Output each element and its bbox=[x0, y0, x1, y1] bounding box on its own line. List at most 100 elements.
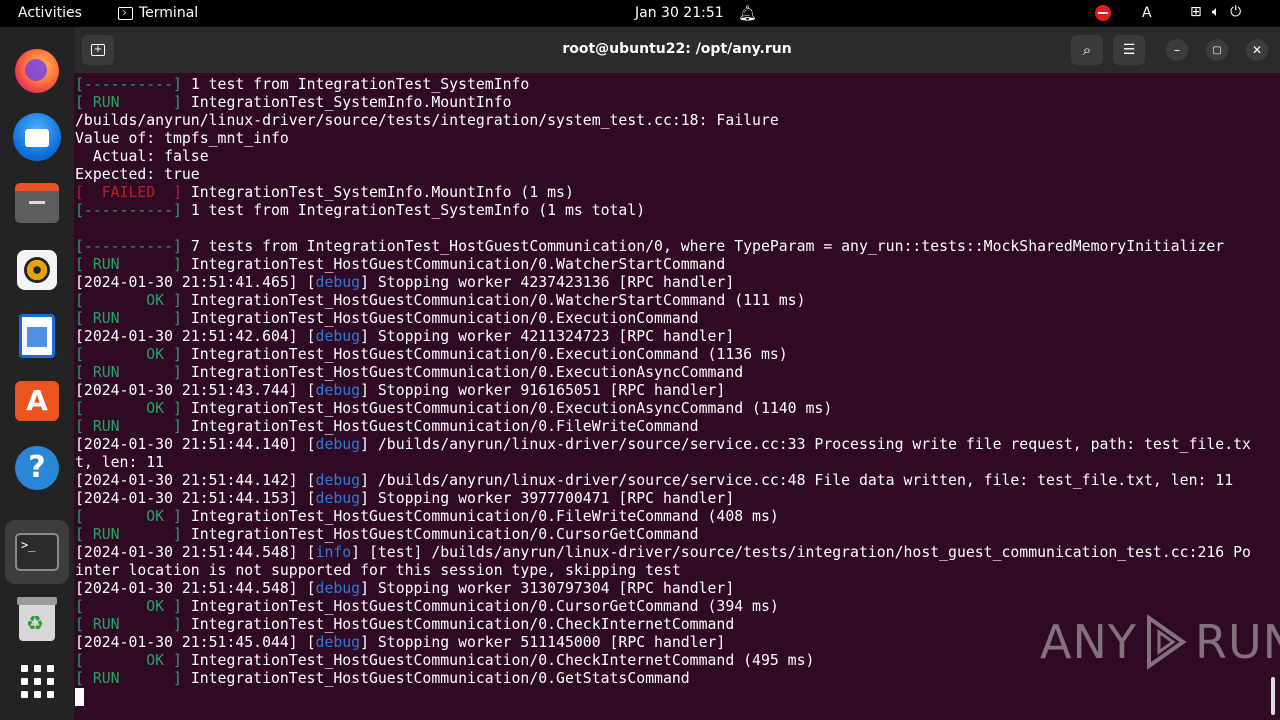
input-language-indicator[interactable]: A bbox=[1142, 5, 1152, 21]
files-icon bbox=[15, 183, 59, 223]
terminal-line: [2024-01-30 21:51:44.548] [info] [test] … bbox=[75, 544, 1267, 562]
dock-trash[interactable] bbox=[13, 595, 61, 643]
terminal-line: [ OK ] IntegrationTest_HostGuestCommunic… bbox=[75, 292, 1267, 310]
terminal-text: [----------] bbox=[75, 238, 191, 255]
terminal-text: 1 test from IntegrationTest_SystemInfo bbox=[190, 76, 530, 93]
terminal-text: IntegrationTest_HostGuestCommunication/0… bbox=[190, 256, 726, 273]
app-menu[interactable]: Terminal bbox=[118, 5, 198, 21]
terminal-text: inter location is not supported for this… bbox=[75, 562, 681, 579]
terminal-text: 7 tests from IntegrationTest_HostGuestCo… bbox=[190, 238, 1225, 255]
terminal-line: [ FAILED ] IntegrationTest_SystemInfo.Mo… bbox=[75, 184, 1267, 202]
terminal-text: ] /builds/anyrun/linux-driver/source/ser… bbox=[360, 436, 1251, 453]
terminal-text: ] Stopping worker 3977700471 [RPC handle… bbox=[360, 490, 735, 507]
terminal-app-icon: >_ bbox=[15, 533, 59, 571]
terminal-text: debug bbox=[315, 328, 361, 345]
clock[interactable]: Jan 30 21:51 bbox=[635, 5, 724, 21]
maximize-button[interactable]: ▢ bbox=[1206, 39, 1228, 61]
dock-terminal[interactable]: >_ bbox=[5, 520, 69, 584]
firefox-icon bbox=[15, 49, 59, 93]
minimize-icon: – bbox=[1174, 43, 1180, 57]
terminal-line: [ RUN ] IntegrationTest_HostGuestCommuni… bbox=[75, 364, 1267, 382]
terminal-text: [ RUN ] bbox=[75, 94, 191, 111]
header-bar: + root@ubuntu22: /opt/any.run ⌕ ☰ – ▢ ✕ bbox=[74, 27, 1280, 73]
terminal-line: [2024-01-30 21:51:44.153] [debug] Stoppi… bbox=[75, 490, 1267, 508]
dock-help[interactable]: ? bbox=[13, 444, 61, 492]
terminal-text: IntegrationTest_HostGuestCommunication/0… bbox=[190, 310, 699, 327]
minimize-button[interactable]: – bbox=[1166, 39, 1188, 61]
terminal-line: [2024-01-30 21:51:44.142] [debug] /build… bbox=[75, 472, 1267, 490]
close-button[interactable]: ✕ bbox=[1246, 39, 1268, 61]
terminal-text: IntegrationTest_HostGuestCommunication/0… bbox=[190, 526, 699, 543]
terminal-text: debug bbox=[315, 490, 361, 507]
terminal-text: ] Stopping worker 4237423136 [RPC handle… bbox=[360, 274, 735, 291]
search-icon: ⌕ bbox=[1082, 41, 1092, 59]
show-apps-button[interactable] bbox=[13, 657, 61, 705]
terminal-text: IntegrationTest_HostGuestCommunication/0… bbox=[190, 346, 788, 363]
text-cursor bbox=[75, 688, 84, 706]
dock-app-center[interactable]: A bbox=[13, 377, 61, 425]
activities-button[interactable]: Activities bbox=[18, 5, 82, 21]
terminal-text: IntegrationTest_HostGuestCommunication/0… bbox=[190, 364, 744, 381]
terminal-line: [ OK ] IntegrationTest_HostGuestCommunic… bbox=[75, 400, 1267, 418]
terminal-line: [2024-01-30 21:51:41.465] [debug] Stoppi… bbox=[75, 274, 1267, 292]
terminal-text: [ OK ] bbox=[75, 508, 191, 525]
terminal-icon bbox=[118, 6, 133, 20]
scrollbar[interactable] bbox=[1271, 677, 1275, 715]
terminal-text: [2024-01-30 21:51:45.044] [ bbox=[75, 634, 316, 651]
terminal-text: info bbox=[315, 544, 352, 561]
terminal-text: 1 test from IntegrationTest_SystemInfo (… bbox=[190, 202, 646, 219]
terminal-text: Actual: false bbox=[75, 148, 209, 165]
do-not-disturb-icon[interactable] bbox=[1095, 5, 1111, 21]
terminal-text: [2024-01-30 21:51:41.465] [ bbox=[75, 274, 316, 291]
terminal-text: IntegrationTest_HostGuestCommunication/0… bbox=[190, 670, 690, 687]
terminal-text: [----------] bbox=[75, 202, 191, 219]
dock-files[interactable] bbox=[13, 179, 61, 227]
terminal-line: [ RUN ] IntegrationTest_HostGuestCommuni… bbox=[75, 526, 1267, 544]
bell-icon: 🔔︎ bbox=[738, 4, 758, 22]
search-button[interactable]: ⌕ bbox=[1071, 35, 1103, 65]
terminal-text: [ RUN ] bbox=[75, 418, 191, 435]
terminal-line: [ RUN ] IntegrationTest_HostGuestCommuni… bbox=[75, 256, 1267, 274]
app-menu-label: Terminal bbox=[139, 5, 199, 21]
terminal-text: [2024-01-30 21:51:44.548] [ bbox=[75, 544, 316, 561]
terminal-text: [2024-01-30 21:51:44.548] [ bbox=[75, 580, 316, 597]
watermark: ANY RUN bbox=[1040, 612, 1280, 672]
terminal-text: [ RUN ] bbox=[75, 364, 191, 381]
dock-rhythmbox[interactable] bbox=[13, 246, 61, 294]
terminal-text: [ RUN ] bbox=[75, 310, 191, 327]
terminal-line: [ OK ] IntegrationTest_HostGuestCommunic… bbox=[75, 346, 1267, 364]
thunderbird-icon bbox=[13, 113, 61, 161]
terminal-text: [2024-01-30 21:51:44.142] [ bbox=[75, 472, 316, 489]
terminal-line: [2024-01-30 21:51:44.140] [debug] /build… bbox=[75, 436, 1267, 454]
terminal-text: IntegrationTest_HostGuestCommunication/0… bbox=[190, 616, 735, 633]
terminal-text: debug bbox=[315, 436, 361, 453]
terminal-line: [ RUN ] IntegrationTest_HostGuestCommuni… bbox=[75, 418, 1267, 436]
terminal-text: [----------] bbox=[75, 76, 191, 93]
terminal-line: [ RUN ] IntegrationTest_HostGuestCommuni… bbox=[75, 310, 1267, 328]
terminal-text: [ OK ] bbox=[75, 598, 191, 615]
maximize-icon: ▢ bbox=[1212, 44, 1222, 56]
app-center-icon: A bbox=[15, 381, 59, 421]
terminal-line: [2024-01-30 21:51:44.548] [debug] Stoppi… bbox=[75, 580, 1267, 598]
terminal-line: [----------] 7 tests from IntegrationTes… bbox=[75, 238, 1267, 256]
dock-firefox[interactable] bbox=[13, 47, 61, 95]
menu-button[interactable]: ☰ bbox=[1113, 35, 1145, 65]
help-icon: ? bbox=[15, 446, 59, 490]
dock-writer[interactable] bbox=[13, 312, 61, 360]
terminal-text: IntegrationTest_HostGuestCommunication/0… bbox=[190, 652, 815, 669]
rhythmbox-icon bbox=[17, 250, 57, 290]
top-bar: Activities Terminal Jan 30 21:51 🔔︎ A ⊞ … bbox=[0, 0, 1280, 27]
dock-thunderbird[interactable] bbox=[13, 113, 61, 161]
watermark-right: RUN bbox=[1194, 615, 1280, 669]
system-tray[interactable]: ⊞ 🔈︎ ⏻ bbox=[1190, 4, 1241, 20]
terminal-text: [ OK ] bbox=[75, 292, 191, 309]
hamburger-icon: ☰ bbox=[1122, 42, 1136, 58]
terminal-text: ] Stopping worker 511145000 [RPC handler… bbox=[360, 634, 726, 651]
terminal-line: [----------] 1 test from IntegrationTest… bbox=[75, 76, 1267, 94]
close-icon: ✕ bbox=[1251, 43, 1263, 57]
terminal-text: ] Stopping worker 916165051 [RPC handler… bbox=[360, 382, 726, 399]
terminal-text: [ FAILED ] bbox=[75, 184, 191, 201]
terminal-line: [ OK ] IntegrationTest_HostGuestCommunic… bbox=[75, 508, 1267, 526]
terminal-line: [ RUN ] IntegrationTest_SystemInfo.Mount… bbox=[75, 94, 1267, 112]
